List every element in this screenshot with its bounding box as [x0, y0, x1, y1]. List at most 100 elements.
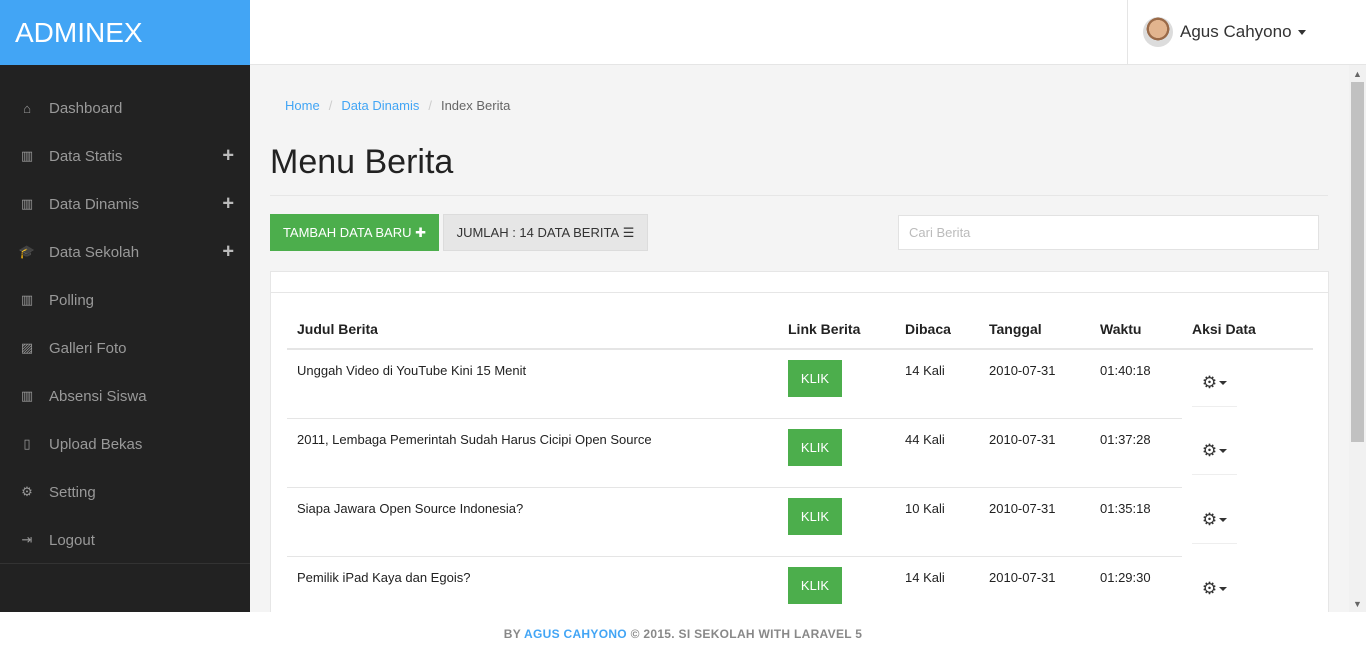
breadcrumb: Home / Data Dinamis / Index Berita: [285, 98, 510, 113]
publish-date: 2010-07-31: [979, 418, 1090, 488]
reads-count: 10 Kali: [895, 487, 979, 557]
scroll-up-arrow-icon[interactable]: ▲: [1349, 65, 1366, 82]
plus-icon: ✚: [415, 224, 427, 240]
breadcrumb-data-dinamis[interactable]: Data Dinamis: [341, 98, 419, 113]
add-new-data-button[interactable]: TAMBAH DATA BARU ✚: [270, 214, 439, 251]
app-logo[interactable]: ADMINEX: [0, 0, 250, 65]
add-button-label: TAMBAH DATA BARU: [282, 225, 412, 240]
home-icon: ⌂: [23, 100, 31, 116]
row-actions-dropdown[interactable]: ⚙: [1192, 360, 1237, 407]
chevron-down-icon: [1219, 518, 1228, 522]
chevron-down-icon: [1219, 587, 1228, 591]
actions-cell: ⚙: [1182, 556, 1313, 612]
reads-count: 44 Kali: [895, 418, 979, 488]
column-header-title[interactable]: Judul Berita: [287, 309, 778, 350]
graduation-cap-icon: 🎓: [18, 244, 36, 259]
column-header-time[interactable]: Waktu: [1090, 309, 1182, 350]
publish-date: 2010-07-31: [979, 349, 1090, 419]
page-title: Menu Berita: [270, 143, 454, 181]
table-row: 2011, Lembaga Pemerintah Sudah Harus Cic…: [287, 418, 1313, 488]
chevron-down-icon: [1297, 29, 1306, 35]
sidebar-item-label: Upload Bekas: [49, 435, 143, 453]
sidebar-item-label: Logout: [49, 531, 95, 549]
footer: BY AGUS CAHYONO © 2015. SI SEKOLAH WITH …: [0, 612, 1366, 657]
title-divider: [270, 195, 1328, 196]
column-header-date[interactable]: Tanggal: [979, 309, 1090, 350]
publish-time: 01:40:18: [1090, 349, 1182, 419]
sidebar-item-galleri-foto[interactable]: ▨ Galleri Foto: [0, 324, 250, 372]
sidebar-item-setting[interactable]: ⚙ Setting: [0, 468, 250, 516]
publish-date: 2010-07-31: [979, 556, 1090, 612]
publish-time: 01:29:30: [1090, 556, 1182, 612]
footer-prefix: BY: [503, 627, 521, 641]
sidebar: ⌂ Dashboard ▥ Data Statis + ▥ Data Dinamis + 🎓 Da…: [0, 65, 250, 612]
breadcrumb-separator: /: [428, 98, 432, 113]
open-link-button[interactable]: KLIK: [788, 428, 842, 466]
column-header-reads[interactable]: Dibaca: [895, 309, 979, 350]
publish-time: 01:35:18: [1090, 487, 1182, 557]
open-link-button[interactable]: KLIK: [788, 566, 842, 604]
breadcrumb-current: Index Berita: [440, 98, 511, 113]
actions-cell: ⚙: [1182, 418, 1313, 487]
link-cell: KLIK: [778, 418, 895, 488]
sidebar-item-dashboard[interactable]: ⌂ Dashboard: [0, 84, 250, 132]
gear-icon: ⚙: [21, 484, 33, 499]
user-menu-dropdown[interactable]: Agus Cahyono: [1127, 0, 1366, 64]
gear-icon: ⚙: [1201, 510, 1218, 529]
count-label: JUMLAH : 14 DATA BERITA: [456, 225, 620, 240]
picture-file-icon: ▨: [20, 340, 34, 355]
gear-icon: ⚙: [1201, 579, 1218, 598]
reads-count: 14 Kali: [895, 349, 979, 419]
list-icon: ☰: [622, 224, 635, 240]
table-row: Siapa Jawara Open Source Indonesia? KLIK 1…: [287, 487, 1313, 557]
breadcrumb-home[interactable]: Home: [285, 98, 320, 113]
row-actions-dropdown[interactable]: ⚙: [1192, 497, 1237, 544]
expand-plus-icon[interactable]: +: [222, 145, 234, 168]
chevron-down-icon: [1219, 449, 1228, 453]
sidebar-item-label: Polling: [49, 291, 95, 309]
page-scrollbar[interactable]: ▲ ▼: [1349, 65, 1366, 612]
sidebar-item-label: Data Statis: [49, 147, 123, 165]
breadcrumb-separator: /: [328, 98, 333, 113]
expand-plus-icon[interactable]: +: [222, 241, 234, 264]
scroll-thumb[interactable]: [1351, 82, 1364, 442]
column-header-link[interactable]: Link Berita: [778, 309, 895, 350]
reads-count: 14 Kali: [895, 556, 979, 612]
footer-author-link[interactable]: AGUS CAHYONO: [524, 627, 627, 641]
news-table: Judul Berita Link Berita Dibaca Tanggal …: [287, 309, 1313, 612]
news-title: Siapa Jawara Open Source Indonesia?: [287, 487, 778, 557]
bar-chart-icon: ▥: [20, 196, 34, 211]
publish-date: 2010-07-31: [979, 487, 1090, 557]
chevron-down-icon: [1219, 381, 1228, 385]
footer-copyright: © 2015. SI SEKOLAH WITH LARAVEL 5: [630, 627, 863, 641]
sidebar-item-data-statis[interactable]: ▥ Data Statis +: [0, 132, 250, 180]
sidebar-divider: [0, 563, 250, 564]
user-avatar: [1143, 17, 1173, 47]
news-table-panel: Judul Berita Link Berita Dibaca Tanggal …: [270, 271, 1329, 612]
sidebar-item-polling[interactable]: ▥ Polling: [0, 276, 250, 324]
search-news-input[interactable]: [898, 215, 1319, 250]
open-link-button[interactable]: KLIK: [788, 497, 842, 535]
sign-out-icon: ⇥: [21, 532, 33, 547]
sidebar-item-label: Setting: [49, 483, 96, 501]
sidebar-item-data-dinamis[interactable]: ▥ Data Dinamis +: [0, 180, 250, 228]
news-title: 2011, Lembaga Pemerintah Sudah Harus Cic…: [287, 418, 778, 488]
sidebar-menu: ⌂ Dashboard ▥ Data Statis + ▥ Data Dinamis + 🎓 Da…: [0, 84, 250, 564]
actions-cell: ⚙: [1182, 349, 1313, 418]
expand-plus-icon[interactable]: +: [222, 193, 234, 216]
sidebar-item-label: Data Dinamis: [49, 195, 140, 213]
main-content: Home / Data Dinamis / Index Berita Menu Beri…: [250, 65, 1349, 612]
row-actions-dropdown[interactable]: ⚙: [1192, 428, 1237, 475]
sidebar-item-upload-bekas[interactable]: ▯ Upload Bekas: [0, 420, 250, 468]
sidebar-item-absensi-siswa[interactable]: ▥ Absensi Siswa: [0, 372, 250, 420]
table-header-row: Judul Berita Link Berita Dibaca Tanggal …: [287, 309, 1313, 350]
sidebar-item-logout[interactable]: ⇥ Logout: [0, 516, 250, 564]
open-link-button[interactable]: KLIK: [788, 360, 842, 397]
gear-icon: ⚙: [1201, 373, 1218, 392]
scroll-down-arrow-icon[interactable]: ▼: [1349, 595, 1366, 612]
sidebar-item-data-sekolah[interactable]: 🎓 Data Sekolah +: [0, 228, 250, 276]
row-actions-dropdown[interactable]: ⚙: [1192, 566, 1237, 612]
publish-time: 01:37:28: [1090, 418, 1182, 488]
news-title: Unggah Video di YouTube Kini 15 Menit: [287, 349, 778, 419]
news-count-button[interactable]: JUMLAH : 14 DATA BERITA ☰: [443, 214, 648, 251]
